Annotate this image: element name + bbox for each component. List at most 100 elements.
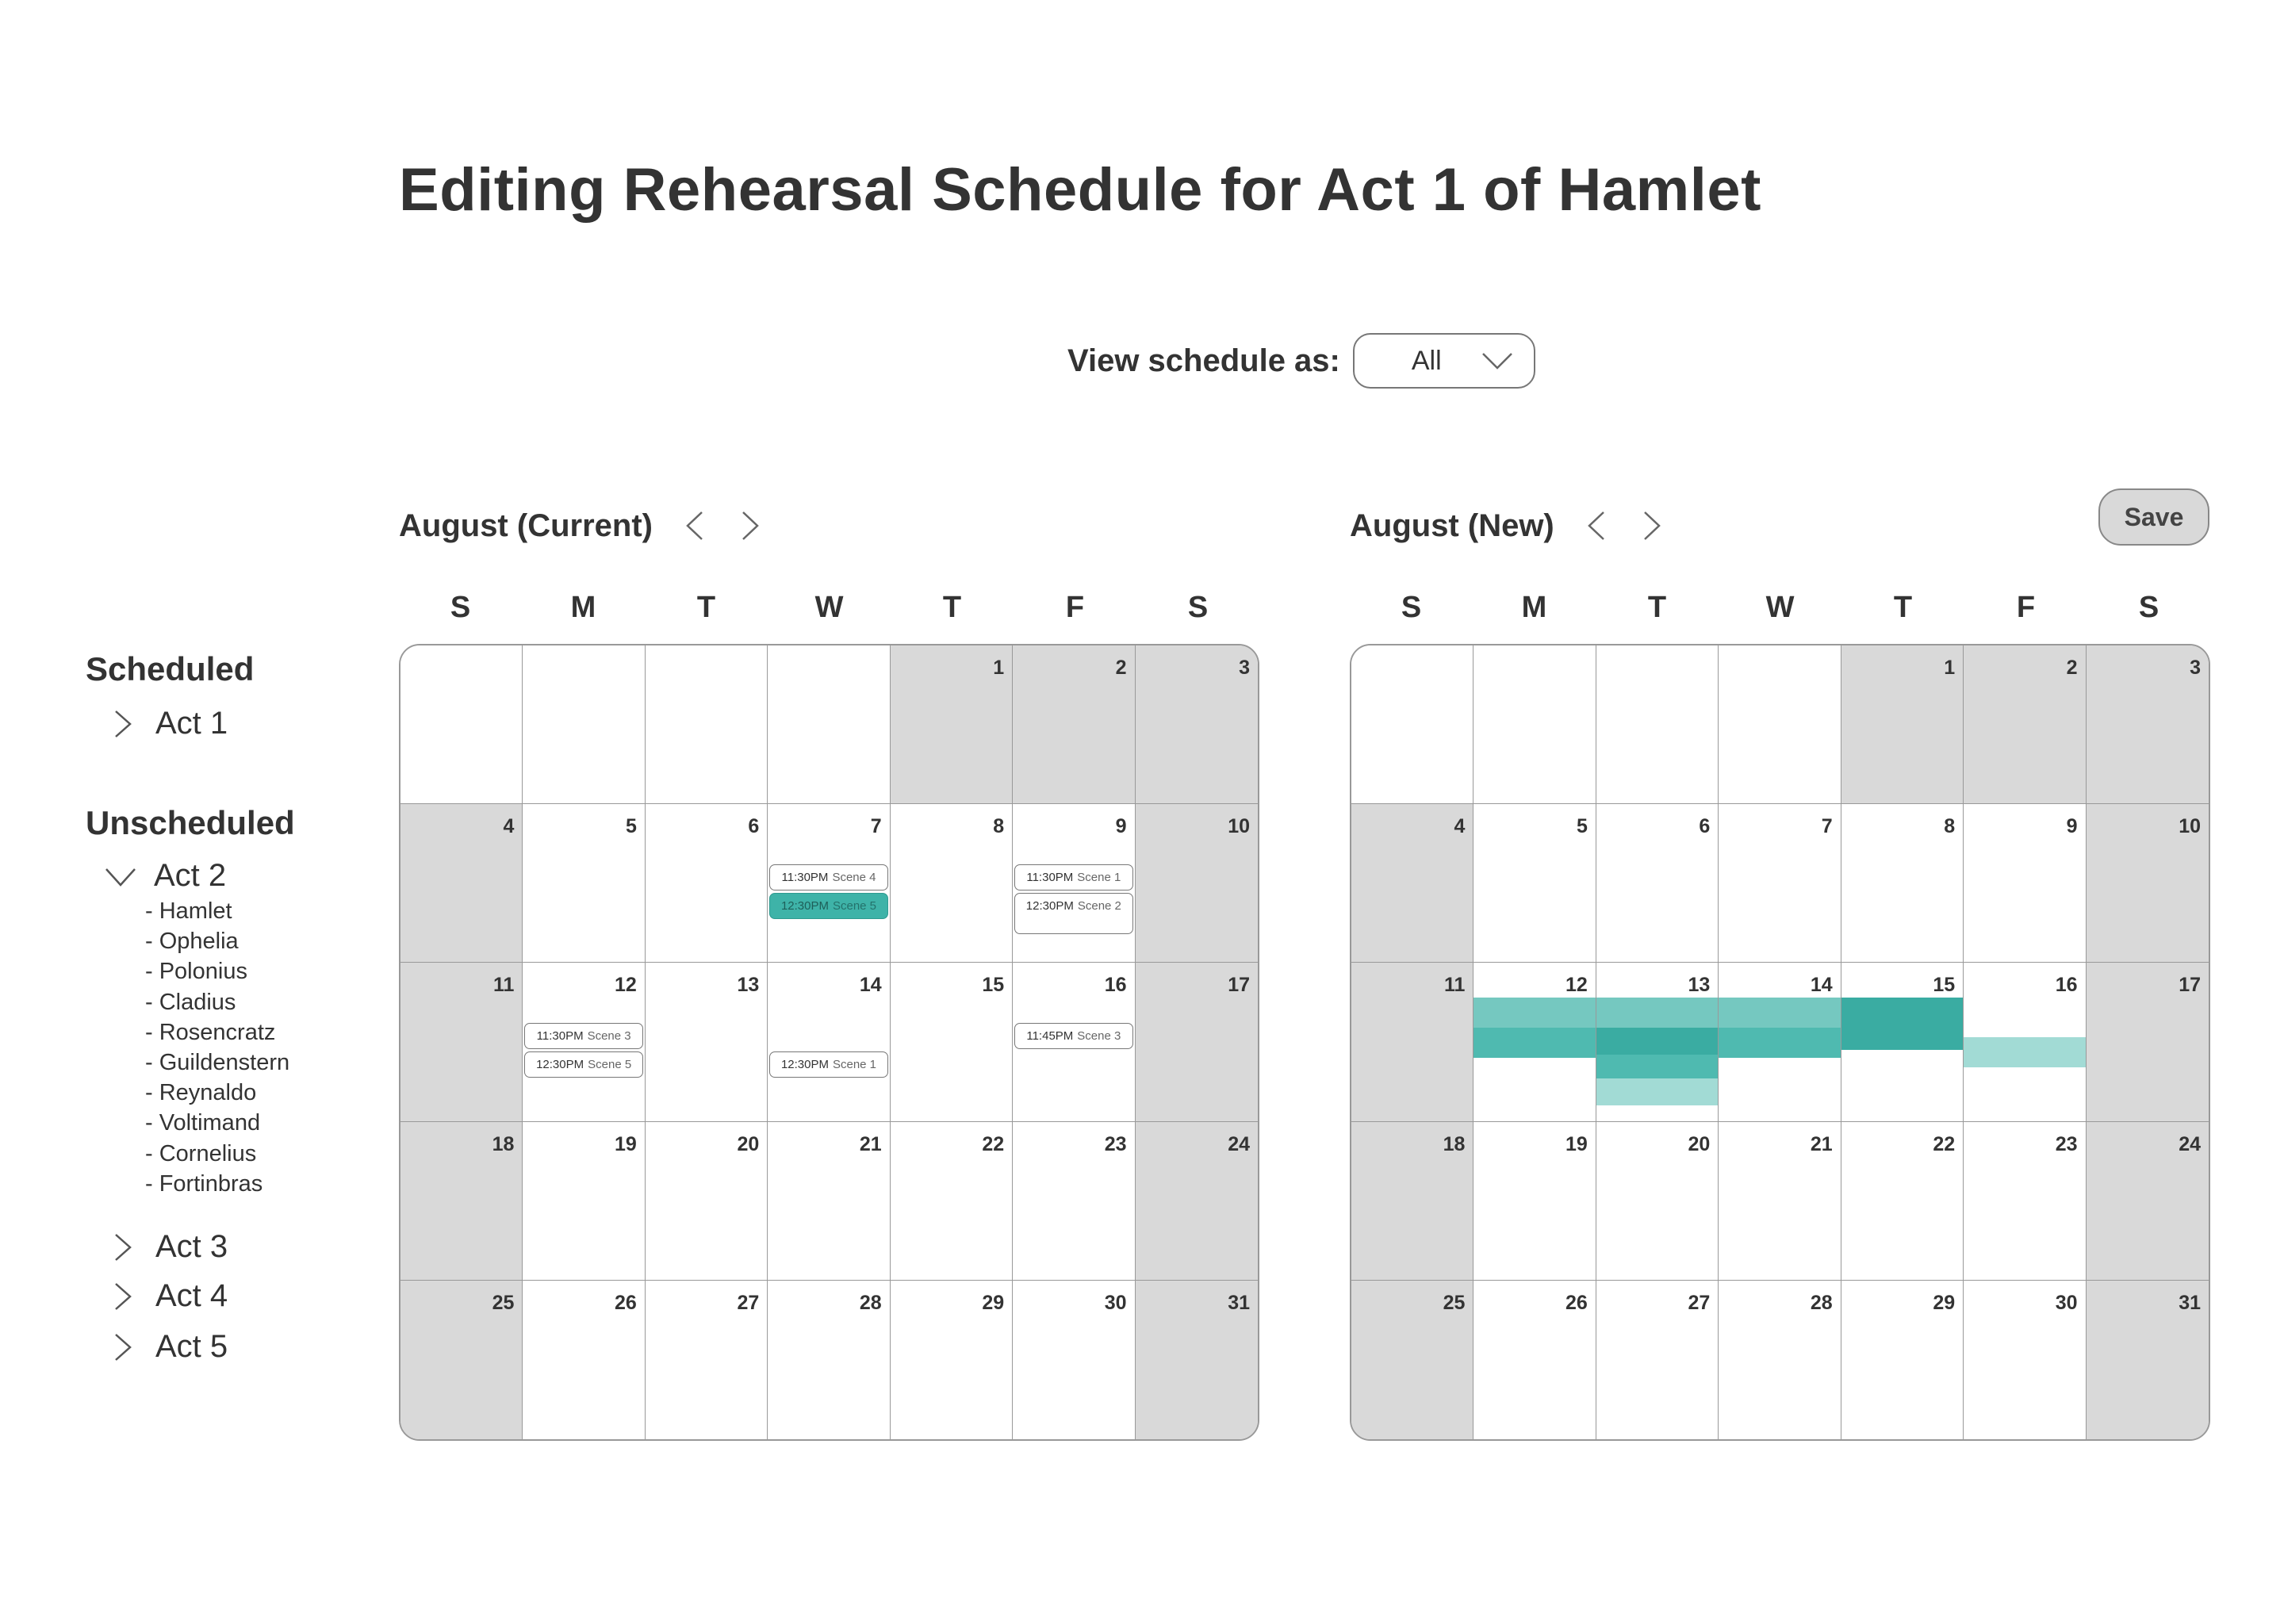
calendar-day-cell[interactable]: 17 xyxy=(1135,963,1258,1122)
chevron-right-icon[interactable] xyxy=(740,510,761,542)
event-pill[interactable]: 12:30PM Scene 1 xyxy=(769,1051,888,1078)
calendar-day-cell[interactable]: 14 12:30PM Scene 1 xyxy=(768,963,891,1122)
calendar-day-cell[interactable]: 19 xyxy=(523,1121,646,1281)
character-item[interactable]: - Voltimand xyxy=(145,1108,289,1138)
calendar-day-cell[interactable]: 21 xyxy=(768,1121,891,1281)
calendar-day-cell[interactable]: 11 xyxy=(1351,963,1474,1122)
character-item[interactable]: - Fortinbras xyxy=(145,1169,289,1199)
calendar-day-cell[interactable]: 16 xyxy=(1964,963,2087,1122)
event-pill[interactable]: 11:30PM Scene 3 xyxy=(524,1023,643,1050)
calendar-day-cell[interactable]: 16 11:45PM Scene 3 xyxy=(1013,963,1136,1122)
sidebar-item-act-1[interactable]: Act 1 xyxy=(111,706,228,741)
calendar-day-cell[interactable]: 3 xyxy=(2086,645,2209,805)
calendar-day-cell[interactable]: 31 xyxy=(2086,1280,2209,1439)
calendar-day-cell[interactable]: 18 xyxy=(400,1121,523,1281)
calendar-day-cell[interactable]: 29 xyxy=(890,1280,1014,1439)
calendar-day-cell[interactable]: 24 xyxy=(1135,1121,1258,1281)
event-pill[interactable]: 11:30PM Scene 1 xyxy=(1014,864,1133,891)
character-item[interactable]: - Guildenstern xyxy=(145,1048,289,1078)
calendar-day-cell[interactable]: 20 xyxy=(645,1121,768,1281)
calendar-day-cell[interactable]: 18 xyxy=(1351,1121,1474,1281)
calendar-day-cell[interactable]: 20 xyxy=(1596,1121,1719,1281)
view-schedule-dropdown[interactable]: All xyxy=(1352,333,1535,389)
calendar-day-cell[interactable]: 23 xyxy=(1964,1121,2087,1281)
calendar-day-cell[interactable]: 5 xyxy=(523,804,646,963)
calendar-day-cell[interactable]: 22 xyxy=(890,1121,1014,1281)
availability-block[interactable] xyxy=(1719,998,1841,1028)
availability-block[interactable] xyxy=(1596,1055,1719,1079)
calendar-day-cell[interactable]: 13 xyxy=(645,963,768,1122)
calendar-day-cell[interactable]: 3 xyxy=(1135,645,1258,805)
event-pill[interactable]: 12:30PM Scene 5 xyxy=(769,893,888,920)
calendar-day-cell[interactable]: 4 xyxy=(400,804,523,963)
availability-block[interactable] xyxy=(1719,1028,1841,1059)
calendar-day-cell[interactable]: 23 xyxy=(1013,1121,1136,1281)
event-pill[interactable]: 11:30PM Scene 4 xyxy=(769,864,888,891)
calendar-day-cell[interactable]: 15 xyxy=(1841,963,1964,1122)
sidebar-item-act-4[interactable]: Act 4 xyxy=(111,1278,228,1314)
sidebar-item-act-3[interactable]: Act 3 xyxy=(111,1229,228,1265)
calendar-day-cell[interactable]: 1 xyxy=(1841,645,1964,805)
character-item[interactable]: - Cornelius xyxy=(145,1139,289,1169)
calendar-day-cell[interactable]: 1 xyxy=(890,645,1014,805)
calendar-day-cell[interactable]: 30 xyxy=(1964,1280,2087,1439)
sidebar-item-act-2[interactable]: Act 2 xyxy=(105,858,226,894)
calendar-day-cell[interactable]: 26 xyxy=(1473,1280,1596,1439)
calendar-day-cell[interactable]: 27 xyxy=(1596,1280,1719,1439)
save-button[interactable]: Save xyxy=(2098,488,2209,546)
calendar-day-cell[interactable]: 2 xyxy=(1964,645,2087,805)
availability-block[interactable] xyxy=(1473,998,1596,1028)
calendar-day-cell[interactable]: 31 xyxy=(1135,1280,1258,1439)
calendar-day-cell[interactable]: 28 xyxy=(768,1280,891,1439)
calendar-day-cell[interactable]: 10 xyxy=(1135,804,1258,963)
calendar-day-cell[interactable]: 9 11:30PM Scene 1 12:30PM Scene 2 xyxy=(1013,804,1136,963)
character-item[interactable]: - Hamlet xyxy=(145,896,289,926)
calendar-day-cell[interactable]: 4 xyxy=(1351,804,1474,963)
calendar-day-cell[interactable]: 17 xyxy=(2086,963,2209,1122)
chevron-left-icon[interactable] xyxy=(684,510,705,542)
calendar-day-cell[interactable]: 12 xyxy=(1473,963,1596,1122)
event-pill[interactable]: 12:30PM Scene 2 xyxy=(1014,893,1133,935)
availability-block[interactable] xyxy=(1596,998,1719,1028)
calendar-day-cell[interactable]: 10 xyxy=(2086,804,2209,963)
calendar-day-cell[interactable]: 13 xyxy=(1596,963,1719,1122)
calendar-day-cell[interactable]: 7 11:30PM Scene 4 12:30PM Scene 5 xyxy=(768,804,891,963)
calendar-day-cell[interactable]: 6 xyxy=(1596,804,1719,963)
chevron-right-icon[interactable] xyxy=(1642,510,1662,542)
calendar-day-cell[interactable]: 26 xyxy=(523,1280,646,1439)
chevron-left-icon[interactable] xyxy=(1586,510,1607,542)
availability-block[interactable] xyxy=(1964,1037,2086,1068)
calendar-day-cell[interactable]: 8 xyxy=(890,804,1014,963)
character-item[interactable]: - Polonius xyxy=(145,956,289,986)
calendar-day-cell[interactable]: 22 xyxy=(1841,1121,1964,1281)
calendar-day-cell[interactable]: 7 xyxy=(1719,804,1841,963)
calendar-day-cell[interactable]: 30 xyxy=(1013,1280,1136,1439)
character-item[interactable]: - Cladius xyxy=(145,987,289,1017)
calendar-day-cell[interactable]: 27 xyxy=(645,1280,768,1439)
calendar-day-cell[interactable]: 14 xyxy=(1719,963,1841,1122)
availability-block[interactable] xyxy=(1841,998,1964,1051)
calendar-day-cell[interactable]: 15 xyxy=(890,963,1014,1122)
character-item[interactable]: - Ophelia xyxy=(145,926,289,956)
calendar-day-cell[interactable]: 8 xyxy=(1841,804,1964,963)
availability-block[interactable] xyxy=(1596,1028,1719,1055)
calendar-day-cell[interactable]: 2 xyxy=(1013,645,1136,805)
event-pill[interactable]: 12:30PM Scene 5 xyxy=(524,1051,643,1078)
calendar-day-cell[interactable]: 9 xyxy=(1964,804,2087,963)
event-pill[interactable]: 11:45PM Scene 3 xyxy=(1014,1023,1133,1050)
calendar-day-cell[interactable]: 6 xyxy=(645,804,768,963)
availability-block[interactable] xyxy=(1596,1078,1719,1106)
calendar-day-cell[interactable]: 12 11:30PM Scene 3 12:30PM Scene 5 xyxy=(523,963,646,1122)
calendar-day-cell[interactable]: 19 xyxy=(1473,1121,1596,1281)
sidebar-item-act-5[interactable]: Act 5 xyxy=(111,1329,228,1365)
calendar-day-cell[interactable]: 25 xyxy=(400,1280,523,1439)
character-item[interactable]: - Reynaldo xyxy=(145,1078,289,1108)
calendar-day-cell[interactable]: 29 xyxy=(1841,1280,1964,1439)
calendar-day-cell[interactable]: 21 xyxy=(1719,1121,1841,1281)
availability-block[interactable] xyxy=(1473,1028,1596,1059)
calendar-day-cell[interactable]: 11 xyxy=(400,963,523,1122)
calendar-day-cell[interactable]: 28 xyxy=(1719,1280,1841,1439)
calendar-day-cell[interactable]: 24 xyxy=(2086,1121,2209,1281)
character-item[interactable]: - Rosencratz xyxy=(145,1017,289,1048)
calendar-day-cell[interactable]: 25 xyxy=(1351,1280,1474,1439)
